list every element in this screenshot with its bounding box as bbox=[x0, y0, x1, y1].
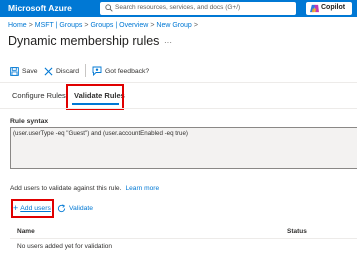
top-bar: Microsoft Azure Search resources, servic… bbox=[0, 0, 357, 17]
highlight-validate-rules bbox=[66, 84, 124, 110]
feedback-icon bbox=[92, 66, 102, 76]
breadcrumb-groups[interactable]: MSFT | Groups bbox=[35, 22, 83, 29]
page-title: Dynamic membership rules bbox=[8, 34, 160, 48]
breadcrumb-separator: > bbox=[28, 22, 33, 29]
learn-more-link[interactable]: Learn more bbox=[125, 185, 159, 192]
save-icon bbox=[10, 66, 19, 76]
validate-label: Validate bbox=[69, 204, 94, 212]
toolbar-divider-line bbox=[0, 82, 357, 83]
close-icon bbox=[44, 67, 53, 75]
brand-title[interactable]: Microsoft Azure bbox=[8, 3, 72, 13]
tab-configure-rules[interactable]: Configure Rules bbox=[12, 91, 66, 100]
discard-button[interactable]: Discard bbox=[44, 64, 79, 78]
refresh-icon bbox=[57, 203, 66, 212]
column-header-name[interactable]: Name bbox=[17, 228, 35, 235]
copilot-button[interactable]: Copilot bbox=[306, 2, 352, 15]
helper-text: Add users to validate against this rule. bbox=[10, 185, 122, 192]
breadcrumb-new-group[interactable]: New Group bbox=[156, 22, 191, 29]
validate-button[interactable]: Validate bbox=[57, 202, 93, 214]
save-button[interactable]: Save bbox=[10, 64, 38, 78]
more-options-icon[interactable]: ··· bbox=[164, 38, 172, 47]
copilot-label: Copilot bbox=[321, 4, 346, 11]
search-icon bbox=[105, 4, 113, 12]
rule-syntax-text: (user.userType -eq "Guest") and (user.ac… bbox=[13, 130, 188, 137]
table-header-divider bbox=[10, 238, 357, 239]
toolbar-divider bbox=[85, 64, 86, 77]
discard-label: Discard bbox=[56, 67, 80, 75]
column-header-status[interactable]: Status bbox=[287, 228, 307, 235]
feedback-button[interactable]: Got feedback? bbox=[92, 64, 149, 78]
validate-helper-text: Add users to validate against this rule.… bbox=[10, 185, 159, 192]
tabs-divider-line bbox=[0, 108, 357, 109]
rule-syntax-box: (user.userType -eq "Guest") and (user.ac… bbox=[10, 127, 357, 169]
save-label: Save bbox=[22, 67, 38, 75]
search-placeholder: Search resources, services, and docs (G+… bbox=[115, 4, 241, 11]
breadcrumb-home[interactable]: Home bbox=[8, 22, 27, 29]
breadcrumb: Home > MSFT | Groups > Groups | Overview > New… bbox=[8, 22, 200, 29]
rule-syntax-label: Rule syntax bbox=[10, 118, 49, 125]
copilot-icon bbox=[310, 4, 319, 13]
highlight-add-users bbox=[11, 199, 54, 218]
breadcrumb-separator: > bbox=[193, 22, 198, 29]
global-search[interactable]: Search resources, services, and docs (G+… bbox=[100, 2, 296, 15]
empty-table-message: No users added yet for validation bbox=[17, 243, 113, 250]
breadcrumb-groups-overview[interactable]: Groups | Overview bbox=[90, 22, 148, 29]
feedback-label: Got feedback? bbox=[105, 67, 150, 75]
